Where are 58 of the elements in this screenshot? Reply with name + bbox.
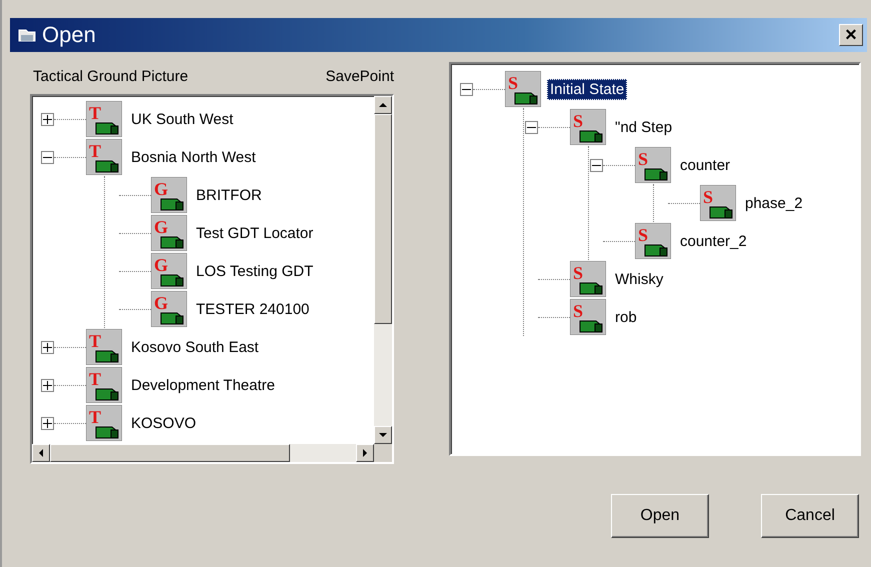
- collapse-button[interactable]: [590, 158, 602, 172]
- tree-item[interactable]: Development Theatre: [128, 374, 278, 396]
- scrollbar-corner: [374, 444, 392, 462]
- tree-item[interactable]: Bosnia North West: [128, 146, 259, 168]
- scroll-up-icon[interactable]: [379, 101, 387, 109]
- scroll-down-icon[interactable]: [379, 431, 387, 439]
- expand-button[interactable]: [40, 416, 54, 430]
- scroll-left-icon[interactable]: [37, 449, 45, 457]
- scroll-right-icon[interactable]: [361, 449, 369, 457]
- collapse-button[interactable]: [40, 150, 54, 164]
- folder-icon: S: [570, 261, 606, 297]
- close-button[interactable]: ×: [839, 24, 863, 46]
- plus-icon: [42, 114, 52, 124]
- collapse-button[interactable]: [524, 120, 538, 134]
- tree-item[interactable]: counter: [677, 154, 734, 176]
- tree-item[interactable]: UK South West: [128, 108, 236, 130]
- expand-button[interactable]: [40, 112, 54, 126]
- folder-icon: G: [151, 177, 187, 213]
- folder-icon: T: [86, 405, 122, 441]
- tree-item[interactable]: KOSOVO: [128, 412, 200, 434]
- plus-icon: [42, 380, 52, 390]
- window-icon: [18, 28, 36, 42]
- folder-icon: S: [570, 299, 606, 335]
- folder-icon: T: [86, 367, 122, 403]
- tree-item[interactable]: Initial State: [547, 78, 628, 100]
- window-title: Open: [42, 22, 97, 48]
- tree-item[interactable]: Whisky: [612, 268, 666, 290]
- plus-icon: [42, 418, 52, 428]
- tree-item[interactable]: counter_2: [677, 230, 750, 252]
- folder-icon: G: [151, 291, 187, 327]
- folder-icon: S: [635, 223, 671, 259]
- tree-item[interactable]: rob: [612, 306, 640, 328]
- tree-item[interactable]: LOS Testing GDT: [193, 260, 316, 282]
- tree-item[interactable]: BRITFOR: [193, 184, 265, 206]
- expand-button[interactable]: [40, 378, 54, 392]
- folder-icon: T: [86, 101, 122, 137]
- tree-item[interactable]: Test GDT Locator: [193, 222, 316, 244]
- folder-icon: S: [635, 147, 671, 183]
- tree-item[interactable]: Kosovo South East: [128, 336, 262, 358]
- folder-icon: S: [570, 109, 606, 145]
- tree-item[interactable]: "nd Step: [612, 116, 676, 138]
- folder-icon: T: [86, 329, 122, 365]
- column-label: SavePoint: [326, 68, 394, 87]
- vertical-scrollbar[interactable]: [374, 96, 392, 444]
- folder-icon: S: [700, 185, 736, 221]
- folder-icon: G: [151, 215, 187, 251]
- dialog-button[interactable]: Cancel: [761, 494, 859, 538]
- folder-icon: G: [151, 253, 187, 289]
- tree-item[interactable]: TESTER 240100: [193, 298, 312, 320]
- plus-icon: [42, 342, 52, 352]
- horizontal-scrollbar[interactable]: [32, 444, 374, 462]
- collapse-button[interactable]: [460, 82, 472, 96]
- folder-icon: S: [505, 71, 541, 107]
- folder-icon: T: [86, 139, 122, 175]
- dialog-button[interactable]: Open: [611, 494, 709, 538]
- tree-label: Tactical Ground Picture: [33, 68, 188, 87]
- tree-item[interactable]: phase_2: [742, 192, 806, 214]
- expand-button[interactable]: [40, 340, 54, 354]
